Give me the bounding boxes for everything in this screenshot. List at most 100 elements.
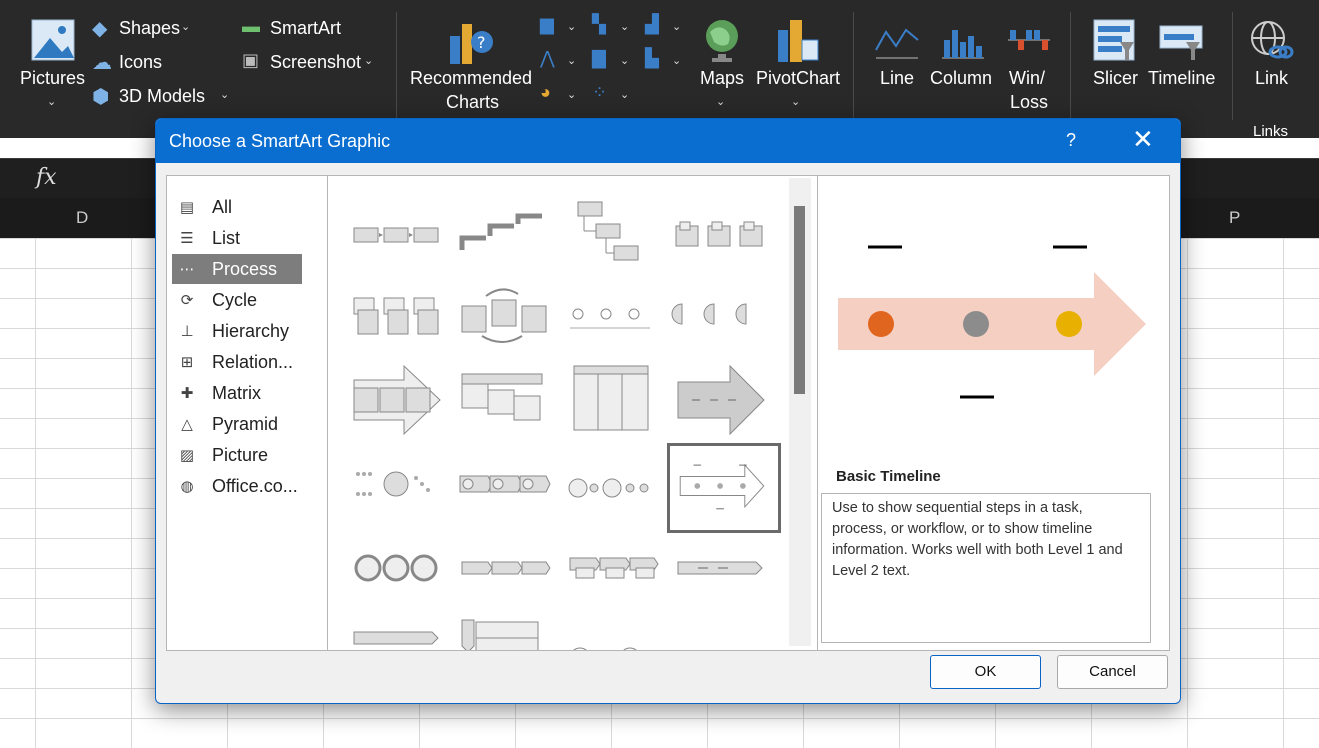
chevron-down-icon[interactable]: ⌄ [672, 20, 681, 33]
scatter-chart-icon[interactable]: ⁘ [592, 82, 607, 103]
layout-thumbnail[interactable] [560, 444, 664, 524]
pivotchart-button[interactable]: PivotChart [756, 68, 840, 89]
category-matrix[interactable]: ✚ Matrix [172, 378, 302, 408]
recommended-charts-line2[interactable]: Charts [446, 92, 499, 113]
line-sparkline-icon[interactable] [874, 20, 920, 60]
layout-thumbnail-basic-timeline[interactable] [667, 443, 781, 533]
icons-button[interactable]: Icons [119, 52, 162, 73]
chevron-down-icon[interactable]: ⌄ [567, 20, 576, 33]
smartart-icon[interactable]: ▬ [242, 16, 260, 37]
category-list-item[interactable]: ☰ List [172, 223, 302, 253]
chevron-down-icon[interactable]: ⌄ [220, 88, 229, 101]
combo-chart-icon[interactable]: ▙ [645, 48, 659, 69]
layout-thumbnail[interactable] [344, 278, 448, 358]
category-pyramid[interactable]: △ Pyramid [172, 409, 302, 439]
recommended-charts-line1[interactable]: Recommended [410, 68, 532, 89]
slicer-icon[interactable] [1092, 18, 1136, 62]
chevron-down-icon[interactable]: ⌄ [47, 95, 56, 108]
shapes-icon[interactable]: ◆ [92, 16, 107, 41]
winloss-line1[interactable]: Win/ [1009, 68, 1045, 89]
cancel-button[interactable]: Cancel [1057, 655, 1168, 689]
column-sparkline-icon[interactable] [940, 20, 986, 60]
pictures-icon[interactable] [30, 18, 76, 62]
layout-thumbnail[interactable] [668, 278, 772, 358]
timeline-icon[interactable] [1158, 24, 1204, 62]
category-hierarchy[interactable]: ⊥ Hierarchy [172, 316, 302, 346]
picture-icon: ▨ [179, 447, 195, 464]
layout-gallery [327, 175, 818, 651]
screenshot-icon[interactable]: ▣ [242, 50, 259, 71]
layout-thumbnail[interactable] [452, 360, 556, 440]
chevron-down-icon[interactable]: ⌄ [620, 88, 629, 101]
layout-thumbnail[interactable] [344, 196, 448, 276]
line-chart-icon[interactable]: ⋀ [540, 48, 555, 69]
winloss-line2[interactable]: Loss [1010, 92, 1048, 113]
help-icon[interactable]: ? [1066, 130, 1076, 151]
layout-thumbnail[interactable] [668, 528, 772, 608]
chevron-down-icon[interactable]: ⌄ [672, 54, 681, 67]
category-relationship[interactable]: ⊞ Relation... [172, 347, 302, 377]
layout-thumbnail[interactable] [668, 196, 772, 276]
layout-thumbnail[interactable] [344, 612, 448, 651]
globe-map-icon[interactable] [702, 18, 742, 64]
layout-thumbnail[interactable] [668, 612, 772, 651]
layout-thumbnail[interactable] [560, 360, 664, 440]
3d-models-button[interactable]: 3D Models [119, 86, 205, 107]
ok-button[interactable]: OK [930, 655, 1041, 689]
gallery-scrollbar[interactable] [789, 178, 811, 646]
layout-thumbnail[interactable] [452, 278, 556, 358]
chevron-down-icon[interactable]: ⌄ [567, 88, 576, 101]
fx-icon[interactable]: fx [36, 165, 57, 190]
slicer-button[interactable]: Slicer [1093, 68, 1138, 89]
layout-thumbnail[interactable] [668, 360, 772, 440]
column-chart-icon[interactable]: ▆ [540, 14, 554, 35]
statistic-chart-icon[interactable]: ▇ [592, 48, 606, 69]
pivotchart-icon[interactable] [776, 16, 820, 64]
layout-thumbnail[interactable] [344, 360, 448, 440]
gallery-scrollbar-thumb[interactable] [794, 206, 805, 394]
chevron-down-icon[interactable]: ⌄ [620, 54, 629, 67]
smartart-button[interactable]: SmartArt [270, 18, 341, 39]
layout-thumbnail[interactable] [452, 444, 556, 524]
chevron-down-icon[interactable]: ⌄ [181, 20, 190, 33]
layout-thumbnail[interactable] [560, 612, 664, 651]
chevron-down-icon[interactable]: ⌄ [620, 20, 629, 33]
layout-thumbnail[interactable] [344, 528, 448, 608]
winloss-sparkline-icon[interactable] [1006, 20, 1052, 60]
category-process[interactable]: ⋯ Process [172, 254, 302, 284]
screenshot-button[interactable]: Screenshot [270, 52, 361, 73]
icons-icon[interactable]: ☁ [92, 50, 112, 75]
recommended-charts-icon[interactable]: ? [448, 16, 494, 66]
chevron-down-icon[interactable]: ⌄ [716, 95, 725, 108]
chevron-down-icon[interactable]: ⌄ [567, 54, 576, 67]
maps-button[interactable]: Maps [700, 68, 744, 89]
layout-thumbnail[interactable] [344, 444, 448, 524]
column-sparkline-button[interactable]: Column [930, 68, 992, 89]
close-icon[interactable]: ✕ [1132, 125, 1154, 153]
chevron-down-icon[interactable]: ⌄ [364, 54, 373, 67]
hierarchy-chart-icon[interactable]: ▚ [592, 14, 606, 35]
pictures-button[interactable]: Pictures [20, 68, 85, 89]
layout-thumbnail[interactable] [452, 528, 556, 608]
column-header-p[interactable]: P [1229, 208, 1240, 228]
layout-thumbnail[interactable] [560, 278, 664, 358]
shapes-button[interactable]: Shapes [119, 18, 180, 39]
link-icon[interactable] [1248, 18, 1294, 64]
pie-chart-icon[interactable]: ◕ [540, 82, 551, 103]
waterfall-chart-icon[interactable]: ▟ [645, 14, 659, 35]
line-sparkline-button[interactable]: Line [880, 68, 914, 89]
category-office-com[interactable]: ◍ Office.co... [172, 471, 302, 501]
column-header-d[interactable]: D [76, 208, 88, 228]
dialog-titlebar[interactable]: Choose a SmartArt Graphic ? ✕ [156, 119, 1180, 163]
layout-thumbnail[interactable] [560, 528, 664, 608]
cube-icon[interactable]: ⬢ [92, 84, 109, 109]
layout-thumbnail[interactable] [560, 196, 664, 276]
category-cycle[interactable]: ⟳ Cycle [172, 285, 302, 315]
timeline-button[interactable]: Timeline [1148, 68, 1215, 89]
link-button[interactable]: Link [1255, 68, 1288, 89]
layout-thumbnail[interactable] [452, 196, 556, 276]
category-picture[interactable]: ▨ Picture [172, 440, 302, 470]
category-all[interactable]: ▤ All [172, 192, 302, 222]
layout-thumbnail[interactable] [452, 612, 556, 651]
chevron-down-icon[interactable]: ⌄ [791, 95, 800, 108]
